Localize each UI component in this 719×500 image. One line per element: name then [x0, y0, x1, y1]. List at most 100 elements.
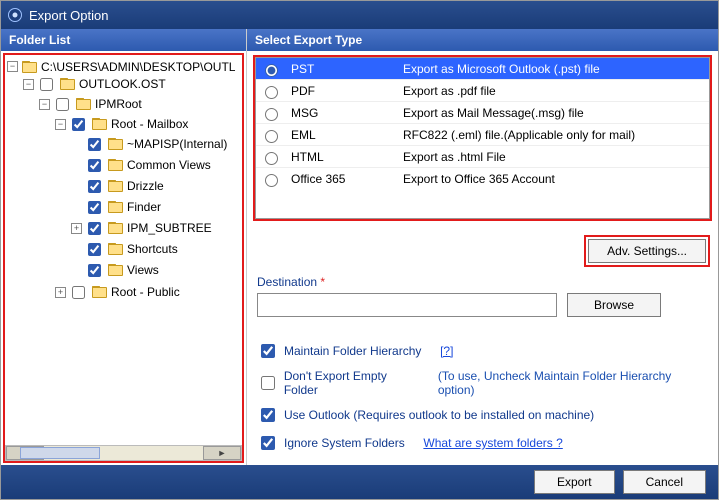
folder-icon [92, 286, 107, 298]
export-code: EML [287, 128, 397, 142]
export-radio[interactable] [265, 86, 278, 99]
titlebar: Export Option [1, 1, 718, 29]
tree-label: Views [127, 263, 159, 277]
export-button[interactable]: Export [534, 470, 615, 494]
ignore-system-folders-label: Ignore System Folders [284, 436, 405, 450]
tree-node-root[interactable]: − C:\USERS\ADMIN\DESKTOP\OUTL [7, 60, 235, 74]
spacer [71, 202, 82, 213]
export-row-pst[interactable]: PST Export as Microsoft Outlook (.pst) f… [256, 58, 709, 80]
spacer [71, 265, 82, 276]
cancel-button[interactable]: Cancel [623, 470, 706, 494]
tree-label: Common Views [127, 158, 211, 172]
folder-icon [108, 180, 123, 192]
maintain-hierarchy-checkbox[interactable] [261, 344, 275, 358]
expand-icon[interactable]: + [55, 287, 66, 298]
export-radio[interactable] [265, 152, 278, 165]
spacer [71, 139, 82, 150]
export-row-o365[interactable]: Office 365 Export to Office 365 Account [256, 168, 709, 190]
export-radio[interactable] [265, 64, 278, 77]
export-desc: Export as Microsoft Outlook (.pst) file [403, 62, 600, 76]
export-row-pdf[interactable]: PDF Export as .pdf file [256, 80, 709, 102]
adv-settings-button[interactable]: Adv. Settings... [588, 239, 706, 263]
export-row-eml[interactable]: EML RFC822 (.eml) file.(Applicable only … [256, 124, 709, 146]
tree-node-child[interactable]: Shortcuts [71, 240, 178, 259]
ignore-system-folders-checkbox[interactable] [261, 436, 275, 450]
spacer [71, 244, 82, 255]
export-type-header: Select Export Type [247, 29, 718, 51]
folder-icon [108, 201, 123, 213]
collapse-icon[interactable]: − [55, 119, 66, 130]
folder-icon [60, 78, 75, 90]
expand-icon[interactable]: + [71, 223, 82, 234]
tree-checkbox[interactable] [88, 243, 101, 256]
collapse-icon[interactable]: − [39, 99, 50, 110]
export-option-window: Export Option Folder List − C:\USERS\ADM… [0, 0, 719, 500]
collapse-icon[interactable]: − [23, 79, 34, 90]
no-empty-folder-label: Don't Export Empty Folder [284, 369, 423, 397]
tree-label: IPMRoot [95, 97, 142, 111]
folder-icon [108, 264, 123, 276]
tree-checkbox[interactable] [88, 264, 101, 277]
tree-checkbox[interactable] [88, 201, 101, 214]
tree-node-child[interactable]: + IPM_SUBTREE [71, 219, 212, 238]
dialog-footer: Export Cancel [1, 465, 718, 499]
export-radio[interactable] [265, 174, 278, 187]
export-type-list: PST Export as Microsoft Outlook (.pst) f… [255, 57, 710, 219]
export-code: Office 365 [287, 172, 397, 186]
folder-icon [108, 138, 123, 150]
folder-icon [22, 61, 37, 73]
export-radio[interactable] [265, 108, 278, 121]
spacer [71, 181, 82, 192]
maintain-hierarchy-help[interactable]: [?] [440, 344, 453, 358]
destination-input[interactable] [257, 293, 557, 317]
export-list-highlight: PST Export as Microsoft Outlook (.pst) f… [253, 55, 712, 221]
export-radio[interactable] [265, 130, 278, 143]
tree-label: IPM_SUBTREE [127, 221, 212, 235]
tree-label: Drizzle [127, 179, 164, 193]
tree-node-child[interactable]: Views [71, 261, 159, 280]
tree-node-ost[interactable]: − OUTLOOK.OST [23, 75, 166, 94]
browse-button[interactable]: Browse [567, 293, 661, 317]
folder-list-panel: Folder List − C:\USERS\ADMIN\DESKTOP\OUT… [1, 29, 247, 465]
tree-checkbox[interactable] [88, 159, 101, 172]
export-options: Maintain Folder Hierarchy [?] Don't Expo… [247, 321, 718, 459]
folder-icon [108, 243, 123, 255]
no-empty-folder-note: (To use, Uncheck Maintain Folder Hierarc… [438, 369, 708, 397]
tree-label: C:\USERS\ADMIN\DESKTOP\OUTL [41, 60, 235, 74]
tree-node-child[interactable]: ~MAPISP(Internal) [71, 135, 227, 154]
export-desc: Export to Office 365 Account [403, 172, 555, 186]
folder-icon [108, 222, 123, 234]
export-code: HTML [287, 150, 397, 164]
export-code: PST [287, 62, 397, 76]
tree-node-root-mailbox[interactable]: − Root - Mailbox [55, 115, 188, 134]
tree-node-child[interactable]: Drizzle [71, 177, 164, 196]
export-row-msg[interactable]: MSG Export as Mail Message(.msg) file [256, 102, 709, 124]
tree-checkbox[interactable] [72, 286, 85, 299]
tree-label: Root - Public [111, 285, 180, 299]
app-icon [7, 7, 23, 23]
tree-node-child[interactable]: Common Views [71, 156, 211, 175]
export-desc: RFC822 (.eml) file.(Applicable only for … [403, 128, 635, 142]
export-desc: Export as Mail Message(.msg) file [403, 106, 584, 120]
tree-checkbox[interactable] [88, 138, 101, 151]
tree-node-child[interactable]: Finder [71, 198, 161, 217]
scroll-right-icon[interactable]: ► [203, 446, 241, 460]
spacer [71, 160, 82, 171]
tree-checkbox[interactable] [72, 118, 85, 131]
tree-checkbox[interactable] [56, 98, 69, 111]
folder-tree[interactable]: − C:\USERS\ADMIN\DESKTOP\OUTL − [5, 57, 242, 445]
horizontal-scrollbar[interactable]: ◄ ► [5, 445, 242, 461]
tree-node-ipmroot[interactable]: − IPMRoot [39, 95, 142, 114]
export-type-panel: Select Export Type PST Export as Microso… [247, 29, 718, 465]
tree-checkbox[interactable] [88, 180, 101, 193]
use-outlook-checkbox[interactable] [261, 408, 275, 422]
tree-node-root-public[interactable]: + Root - Public [55, 283, 180, 302]
export-desc: Export as .pdf file [403, 84, 496, 98]
scroll-thumb[interactable] [20, 447, 100, 459]
system-folders-link[interactable]: What are system folders ? [423, 436, 562, 450]
tree-checkbox[interactable] [88, 222, 101, 235]
tree-checkbox[interactable] [40, 78, 53, 91]
collapse-icon[interactable]: − [7, 61, 18, 72]
export-row-html[interactable]: HTML Export as .html File [256, 146, 709, 168]
no-empty-folder-checkbox[interactable] [261, 376, 275, 390]
